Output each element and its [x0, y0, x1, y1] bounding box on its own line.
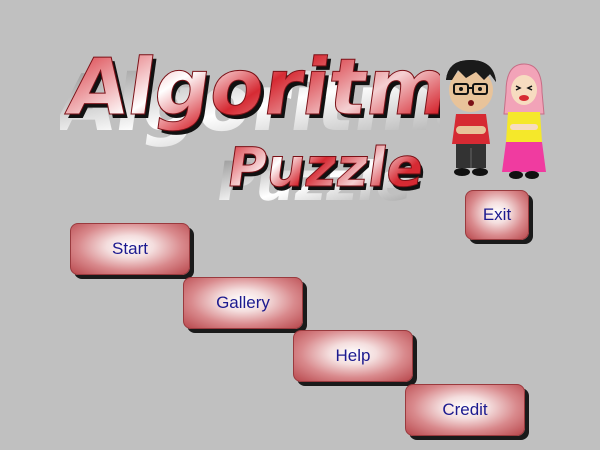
- start-button[interactable]: Start: [70, 223, 190, 275]
- credit-button-label: Credit: [442, 400, 488, 419]
- boy-character: [438, 58, 502, 178]
- gallery-button-label: Gallery: [216, 293, 270, 312]
- gallery-button[interactable]: Gallery: [183, 277, 303, 329]
- exit-button-label: Exit: [482, 205, 512, 224]
- help-button[interactable]: Help: [293, 330, 413, 382]
- exit-button[interactable]: Exit: [465, 190, 529, 240]
- girl-character: [500, 62, 548, 180]
- help-button-label: Help: [335, 346, 371, 365]
- game-logo: Algoritma Algoritma Algoritma Puzzle Puz…: [49, 30, 510, 230]
- start-button-label: Start: [112, 239, 148, 258]
- credit-button[interactable]: Credit: [405, 384, 525, 436]
- logo-word2: Puzzle: [223, 136, 428, 199]
- logo-word1: Algoritma: [62, 42, 440, 133]
